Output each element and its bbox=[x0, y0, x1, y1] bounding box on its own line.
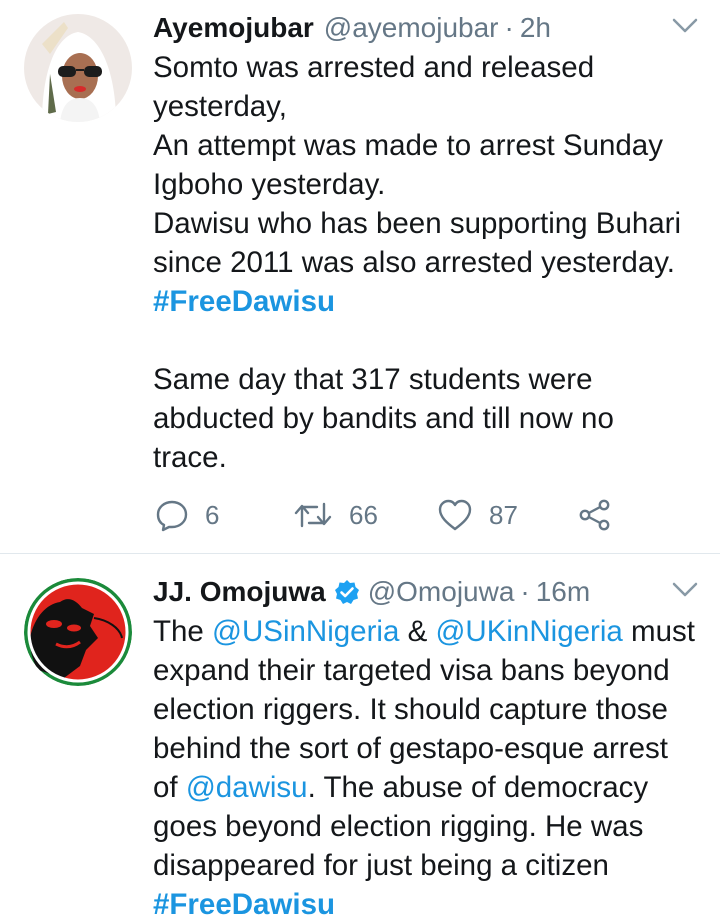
text-segment: An attempt was made to arrest Sunday bbox=[153, 129, 663, 162]
tweet-text-line: An attempt was made to arrest Sunday bbox=[153, 126, 700, 165]
tweet-text-line: election riggers. It should capture thos… bbox=[153, 690, 700, 729]
like-button[interactable]: 87 bbox=[437, 495, 518, 535]
share-icon bbox=[579, 499, 610, 531]
reply-icon bbox=[156, 500, 188, 532]
tweet-text-line: Igboho yesterday. bbox=[153, 165, 700, 204]
text-segment: trace. bbox=[153, 441, 227, 474]
tweet-text-line: disappeared for just being a citizen bbox=[153, 846, 700, 885]
username[interactable]: @Omojuwa bbox=[368, 576, 515, 608]
share-button[interactable] bbox=[578, 495, 612, 535]
like-count: 87 bbox=[489, 499, 518, 530]
tweet-actions: 6 66 87 bbox=[153, 495, 623, 535]
text-segment: goes beyond election rigging. He was bbox=[153, 810, 644, 843]
text-segment: expand their targeted visa bans beyond bbox=[153, 654, 670, 687]
tweet-text-line: expand their targeted visa bans beyond bbox=[153, 651, 700, 690]
separator-dot: · bbox=[520, 576, 530, 607]
tweet-text-line bbox=[153, 321, 700, 360]
retweet-button[interactable]: 66 bbox=[293, 495, 378, 535]
tweet-text-line: The @USinNigeria & @UKinNigeria must bbox=[153, 612, 700, 651]
tweet-text-line: behind the sort of gestapo-esque arrest bbox=[153, 729, 700, 768]
tweet-text-line: since 2011 was also arrested yesterday. bbox=[153, 243, 700, 282]
tweet-text: The @USinNigeria & @UKinNigeria must expa… bbox=[153, 612, 700, 924]
text-segment: of bbox=[153, 771, 186, 804]
mention-link[interactable]: @dawisu bbox=[186, 771, 308, 804]
heart-icon bbox=[438, 499, 472, 531]
text-segment: must bbox=[622, 615, 695, 648]
text-segment: yesterday, bbox=[153, 90, 287, 123]
text-segment: The bbox=[153, 615, 213, 648]
separator-dot: · bbox=[504, 12, 514, 43]
tweet-text-line: Same day that 317 students were bbox=[153, 360, 700, 399]
tweet-divider bbox=[0, 553, 720, 554]
tweet-text-line: Dawisu who has been supporting Buhari bbox=[153, 204, 700, 243]
text-segment: Dawisu who has been supporting Buhari bbox=[153, 207, 682, 240]
mention-link[interactable]: @USinNigeria bbox=[212, 615, 399, 648]
tweet-text-line: goes beyond election rigging. He was bbox=[153, 807, 700, 846]
display-name[interactable]: Ayemojubar bbox=[153, 12, 314, 44]
timestamp[interactable]: 2h bbox=[520, 12, 551, 44]
retweet-count: 66 bbox=[349, 499, 378, 530]
avatar[interactable] bbox=[24, 578, 132, 686]
tweet-text-line: #FreeDawisu bbox=[153, 282, 700, 321]
tweet-text-line: of @dawisu. The abuse of democracy bbox=[153, 768, 700, 807]
reply-count: 6 bbox=[205, 499, 220, 530]
text-segment: election riggers. It should capture thos… bbox=[153, 693, 668, 726]
tweet-text-line: #FreeDawisu bbox=[153, 885, 700, 924]
text-segment: abducted by bandits and till now no bbox=[153, 402, 614, 435]
hashtag-link[interactable]: #FreeDawisu bbox=[153, 285, 335, 318]
tweet-text-line: Somto was arrested and released bbox=[153, 48, 700, 87]
tweet-text-line: yesterday, bbox=[153, 87, 700, 126]
tweet-text-line: abducted by bandits and till now no bbox=[153, 399, 700, 438]
display-name[interactable]: JJ. Omojuwa bbox=[153, 576, 326, 608]
text-segment: Somto was arrested and released bbox=[153, 51, 595, 84]
text-segment: behind the sort of gestapo-esque arrest bbox=[153, 732, 668, 765]
text-segment: disappeared for just being a citizen bbox=[153, 849, 609, 882]
tweet-header: JJ. Omojuwa @Omojuwa · 16m bbox=[153, 572, 700, 612]
reply-button[interactable]: 6 bbox=[155, 495, 219, 535]
chevron-down-icon[interactable] bbox=[672, 16, 698, 36]
hashtag-link[interactable]: #FreeDawisu bbox=[153, 888, 335, 921]
avatar[interactable] bbox=[24, 14, 132, 122]
verified-badge-icon bbox=[334, 580, 359, 604]
text-segment: . The abuse of democracy bbox=[307, 771, 649, 804]
text-segment: Same day that 317 students were bbox=[153, 363, 593, 396]
mention-link[interactable]: @UKinNigeria bbox=[435, 615, 622, 648]
text-segment: since 2011 was also arrested yesterday. bbox=[153, 246, 675, 279]
tweet-header: Ayemojubar @ayemojubar · 2h bbox=[153, 8, 700, 48]
text-segment: Igboho yesterday. bbox=[153, 168, 386, 201]
text-segment: & bbox=[399, 615, 436, 648]
tweet-text: Somto was arrested and released yesterday… bbox=[153, 48, 700, 477]
timestamp[interactable]: 16m bbox=[536, 576, 590, 608]
chevron-down-icon[interactable] bbox=[672, 580, 698, 600]
tweet-text-line: trace. bbox=[153, 438, 700, 477]
username[interactable]: @ayemojubar bbox=[324, 12, 499, 44]
retweet-icon bbox=[294, 502, 332, 528]
